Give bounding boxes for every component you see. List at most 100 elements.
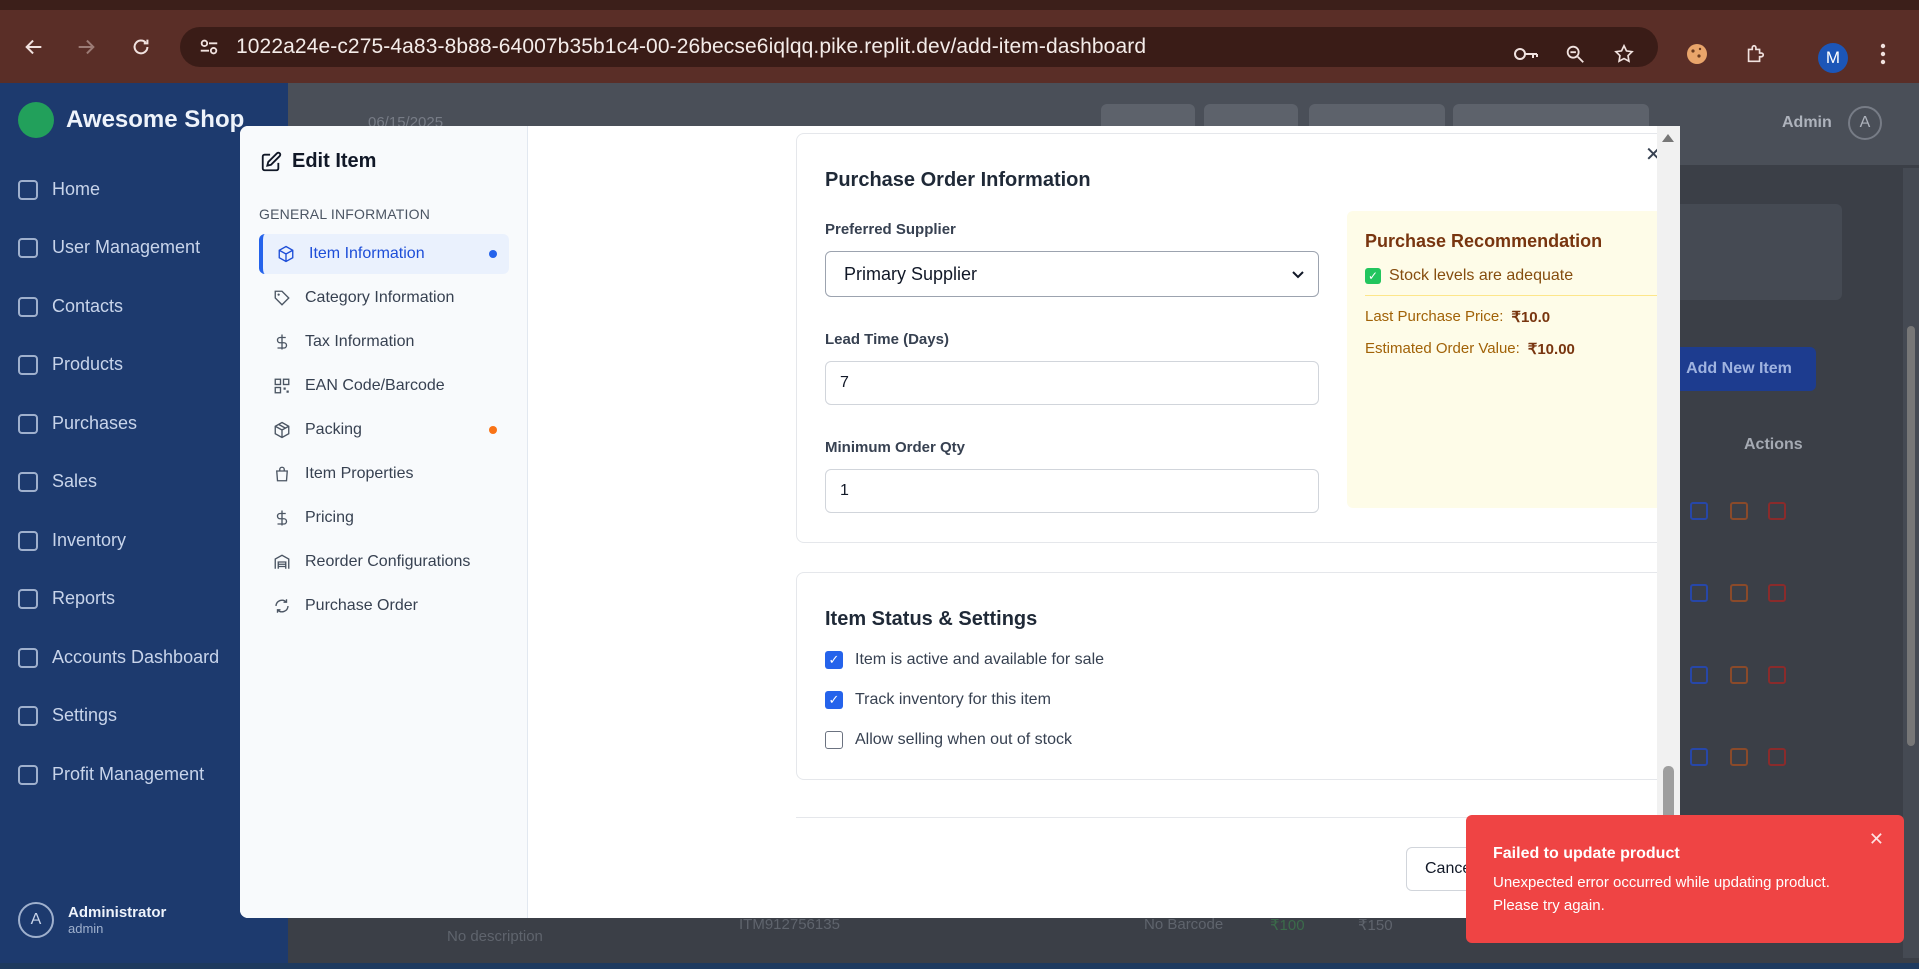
delete-icon[interactable] bbox=[1768, 502, 1786, 520]
purchase-order-card: Purchase Order Information Preferred Sup… bbox=[796, 133, 1680, 543]
modal-sidebar: Edit Item GENERAL INFORMATION Item Infor… bbox=[240, 126, 528, 918]
brand-name: Awesome Shop bbox=[66, 106, 245, 133]
cube-icon bbox=[278, 245, 294, 263]
status-option[interactable]: ✓ Item is active and available for sale bbox=[825, 651, 1104, 669]
add-new-item-button[interactable]: Add New Item bbox=[1662, 347, 1816, 391]
status-option[interactable]: Allow selling when out of stock bbox=[825, 731, 1072, 749]
supplier-select[interactable]: Primary Supplier bbox=[825, 251, 1319, 297]
modal-nav-tax-information[interactable]: Tax Information bbox=[259, 322, 509, 362]
sidebar-item-label: Contacts bbox=[52, 296, 124, 316]
modal-nav-pricing[interactable]: Pricing bbox=[259, 498, 509, 538]
lead-time-input[interactable]: 7 bbox=[825, 361, 1319, 405]
min-order-qty-label: Minimum Order Qty bbox=[825, 439, 966, 456]
delete-icon[interactable] bbox=[1768, 584, 1786, 602]
refresh-icon bbox=[275, 599, 289, 613]
toast-message: Unexpected error occurred while updating… bbox=[1493, 874, 1830, 914]
supplier-select-value: Primary Supplier bbox=[844, 263, 978, 284]
brand[interactable]: Awesome Shop bbox=[18, 102, 244, 138]
min-order-qty-input[interactable]: 1 bbox=[825, 469, 1319, 513]
edit-icon[interactable] bbox=[1730, 666, 1748, 684]
header-avatar[interactable]: A bbox=[1848, 106, 1882, 140]
qr-code-icon bbox=[274, 378, 290, 394]
status-option-label: Track inventory for this item bbox=[855, 691, 1051, 708]
sidebar-item-user-management[interactable]: User Management bbox=[18, 237, 200, 258]
ledger-icon bbox=[18, 647, 38, 668]
menu-dots-icon[interactable] bbox=[1870, 41, 1896, 67]
sidebar-item-label: Purchases bbox=[52, 413, 138, 433]
purchase-recommendation-panel: Purchase Recommendation ✓ Stock levels a… bbox=[1347, 211, 1680, 508]
site-settings-icon[interactable] bbox=[198, 36, 220, 58]
back-icon[interactable] bbox=[17, 30, 51, 64]
lead-time-label: Lead Time (Days) bbox=[825, 331, 949, 348]
sidebar-item-inventory[interactable]: Inventory bbox=[18, 530, 126, 551]
checkbox-unchecked[interactable] bbox=[825, 731, 843, 749]
edit-icon bbox=[261, 151, 282, 171]
modal-nav-label: EAN Code/Barcode bbox=[305, 377, 445, 394]
modal-scrollbar[interactable] bbox=[1657, 126, 1680, 918]
actions-column-header: Actions bbox=[1744, 436, 1803, 453]
edit-icon[interactable] bbox=[1730, 584, 1748, 602]
forward-icon[interactable] bbox=[69, 30, 103, 64]
toast-close-icon[interactable]: ✕ bbox=[1869, 829, 1884, 850]
row-description: No description bbox=[447, 928, 543, 945]
delete-icon[interactable] bbox=[1768, 748, 1786, 766]
modal-content: Purchase Order Information Preferred Sup… bbox=[528, 126, 1680, 918]
key-icon[interactable] bbox=[1513, 41, 1539, 67]
modal-nav-ean-code-barcode[interactable]: EAN Code/Barcode bbox=[259, 366, 509, 406]
dollar-icon bbox=[276, 334, 288, 350]
modal-nav-category-information[interactable]: Category Information bbox=[259, 278, 509, 318]
extensions-puzzle-icon[interactable] bbox=[1742, 41, 1768, 67]
modal-nav-reorder-configurations[interactable]: Reorder Configurations bbox=[259, 542, 509, 582]
sidebar-item-settings[interactable]: Settings bbox=[18, 705, 117, 726]
sidebar-item-accounts-dashboard[interactable]: Accounts Dashboard bbox=[18, 647, 219, 668]
modal-nav-label: Item Information bbox=[309, 245, 425, 262]
view-icon[interactable] bbox=[1690, 584, 1708, 602]
delete-icon[interactable] bbox=[1768, 666, 1786, 684]
sidebar-item-reports[interactable]: Reports bbox=[18, 588, 115, 609]
checkbox-checked[interactable]: ✓ bbox=[825, 651, 843, 669]
sidebar-item-label: Home bbox=[52, 179, 101, 199]
recommendation-status-text: Stock levels are adequate bbox=[1389, 267, 1574, 284]
view-icon[interactable] bbox=[1690, 748, 1708, 766]
sidebar-item-label: Inventory bbox=[52, 530, 127, 550]
sidebar-item-profit-management[interactable]: Profit Management bbox=[18, 764, 204, 785]
edit-icon[interactable] bbox=[1730, 502, 1748, 520]
reload-icon[interactable] bbox=[124, 30, 158, 64]
status-option[interactable]: ✓ Track inventory for this item bbox=[825, 691, 1051, 709]
sidebar-item-products[interactable]: Products bbox=[18, 354, 123, 375]
modal-nav-label: Packing bbox=[305, 421, 362, 438]
sidebar-item-contacts[interactable]: Contacts bbox=[18, 296, 123, 317]
modal-nav-item-properties[interactable]: Item Properties bbox=[259, 454, 509, 494]
view-icon[interactable] bbox=[1690, 502, 1708, 520]
page-scrollbar[interactable] bbox=[1903, 168, 1919, 958]
last-purchase-price-label: Last Purchase Price: bbox=[1365, 308, 1504, 325]
sidebar-item-home[interactable]: Home bbox=[18, 179, 100, 200]
sidebar-item-purchases[interactable]: Purchases bbox=[18, 413, 137, 434]
modal-nav-item-information[interactable]: Item Information bbox=[259, 234, 509, 274]
header-admin-label: Admin bbox=[1782, 114, 1832, 131]
browser-tab-strip bbox=[0, 0, 1919, 10]
zoom-icon[interactable] bbox=[1562, 41, 1588, 67]
sidebar-item-label: Sales bbox=[52, 471, 98, 491]
cookie-extension-icon[interactable] bbox=[1684, 41, 1710, 67]
sidebar-item-sales[interactable]: Sales bbox=[18, 471, 97, 492]
scroll-up-arrow-icon[interactable] bbox=[1662, 134, 1674, 142]
modal-nav-purchase-order[interactable]: Purchase Order bbox=[259, 586, 509, 626]
sidebar-item-label: Products bbox=[52, 354, 124, 374]
modal-nav-packing[interactable]: Packing bbox=[259, 410, 509, 450]
user-avatar: A bbox=[18, 902, 54, 938]
recommendation-status: ✓ Stock levels are adequate bbox=[1365, 267, 1573, 285]
profile-avatar[interactable]: M bbox=[1818, 43, 1848, 73]
view-icon[interactable] bbox=[1690, 666, 1708, 684]
status-dot bbox=[489, 426, 497, 434]
chevron-down-icon bbox=[1292, 271, 1304, 279]
check-box-icon: ✓ bbox=[1365, 268, 1381, 284]
sidebar-user[interactable]: A Administrator admin bbox=[18, 902, 166, 938]
address-bar[interactable]: 1022a24e-c275-4a83-8b88-64007b35b1c4-00-… bbox=[180, 27, 1658, 67]
min-order-qty-value: 1 bbox=[840, 482, 849, 499]
estimated-order-value-label: Estimated Order Value: bbox=[1365, 340, 1520, 357]
checkbox-checked[interactable]: ✓ bbox=[825, 691, 843, 709]
browser-toolbar: 1022a24e-c275-4a83-8b88-64007b35b1c4-00-… bbox=[0, 10, 1919, 83]
edit-icon[interactable] bbox=[1730, 748, 1748, 766]
star-icon[interactable] bbox=[1611, 41, 1637, 67]
